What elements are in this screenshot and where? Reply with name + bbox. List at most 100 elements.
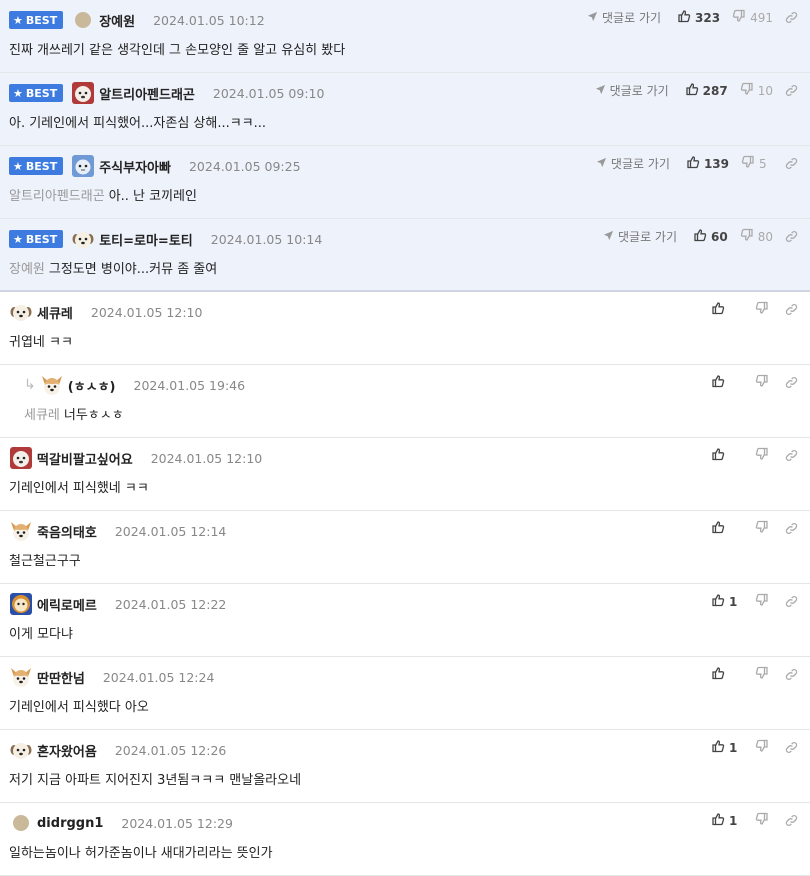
- thumbs-down-icon: [755, 374, 773, 391]
- comment-body: 일하는놈이나 허가준놈이나 새대가리라는 뜻인가: [9, 842, 273, 861]
- nickname[interactable]: 세큐레: [37, 303, 73, 322]
- downvote-button[interactable]: [755, 301, 773, 318]
- comment-body: 장예원 그정도면 병이야...커뮤 좀 줄여: [9, 258, 217, 277]
- avatar[interactable]: [9, 592, 33, 616]
- comment-text: 철근철근구구: [9, 554, 81, 569]
- reply-arrow-icon: ↳: [24, 377, 36, 393]
- link-icon[interactable]: [785, 595, 798, 608]
- link-icon[interactable]: [785, 814, 798, 827]
- comment-text: 저기 지금 아파트 지어진지 3년됨ㅋㅋㅋ 맨날올라오네: [9, 773, 302, 788]
- star-icon: ★: [13, 86, 23, 100]
- downvote-button[interactable]: [755, 666, 773, 683]
- upvote-button[interactable]: 1: [711, 593, 743, 610]
- link-icon[interactable]: [785, 741, 798, 754]
- downvote-button[interactable]: [755, 739, 773, 756]
- link-icon[interactable]: [785, 303, 798, 316]
- goto-reply-link[interactable]: 댓글로 가기: [587, 9, 661, 26]
- avatar[interactable]: [9, 738, 33, 762]
- link-icon[interactable]: [785, 376, 798, 389]
- thumbs-down-icon: [755, 812, 773, 829]
- nickname[interactable]: (ㅎㅅㅎ): [68, 376, 116, 395]
- upvote-button[interactable]: [711, 520, 743, 537]
- upvote-button[interactable]: 323: [677, 9, 720, 26]
- send-icon: [596, 157, 611, 171]
- avatar[interactable]: [71, 154, 95, 178]
- thumbs-down-icon: [740, 82, 758, 99]
- downvote-button[interactable]: [755, 447, 773, 464]
- avatar[interactable]: [71, 227, 95, 251]
- thumbs-up-icon: [711, 520, 729, 537]
- thumbs-down-icon: [755, 520, 773, 537]
- nickname[interactable]: 장예원: [99, 11, 135, 30]
- nickname[interactable]: 에릭로메르: [37, 595, 97, 614]
- upvote-button[interactable]: 60: [693, 228, 728, 245]
- link-icon[interactable]: [785, 522, 798, 535]
- nickname[interactable]: 떡갈비팔고싶어요: [37, 449, 133, 468]
- comment-date: 2024.01.05 12:26: [114, 742, 227, 758]
- upvote-count: 1: [729, 813, 738, 828]
- upvote-button[interactable]: 1: [711, 739, 743, 756]
- downvote-button[interactable]: 80: [740, 228, 773, 245]
- reply-target[interactable]: 세큐레: [24, 408, 60, 423]
- upvote-count: 1: [729, 594, 738, 609]
- avatar[interactable]: [9, 300, 33, 324]
- link-icon[interactable]: [785, 449, 798, 462]
- link-icon[interactable]: [785, 157, 798, 170]
- avatar[interactable]: [40, 373, 64, 397]
- upvote-count: 60: [711, 229, 728, 244]
- downvote-button[interactable]: 10: [740, 82, 773, 99]
- avatar[interactable]: [71, 81, 95, 105]
- comment-date: 2024.01.05 12:10: [90, 304, 203, 320]
- comment-text: 기레인에서 피식했네 ㅋㅋ: [9, 481, 149, 496]
- upvote-button[interactable]: [711, 374, 743, 391]
- thumbs-up-icon: [711, 301, 729, 318]
- nickname[interactable]: 죽음의태호: [37, 522, 97, 541]
- avatar[interactable]: [71, 8, 95, 32]
- downvote-count: 491: [750, 10, 773, 25]
- nickname[interactable]: 토티=로마=토티: [99, 230, 193, 249]
- link-icon[interactable]: [785, 84, 798, 97]
- star-icon: ★: [13, 232, 23, 246]
- avatar[interactable]: [9, 519, 33, 543]
- reply-target[interactable]: 장예원: [9, 262, 45, 277]
- downvote-button[interactable]: [755, 593, 773, 610]
- downvote-button[interactable]: [755, 520, 773, 537]
- comment-body: 아. 기레인에서 피식했어...자존심 상해...ㅋㅋ...: [9, 112, 266, 131]
- downvote-button[interactable]: 5: [741, 155, 773, 172]
- downvote-button[interactable]: [755, 812, 773, 829]
- avatar[interactable]: [9, 665, 33, 689]
- goto-reply-link[interactable]: 댓글로 가기: [595, 82, 669, 99]
- thumbs-down-icon: [755, 593, 773, 610]
- comment-body: 철근철근구구: [9, 550, 81, 569]
- downvote-button[interactable]: 491: [732, 9, 773, 26]
- comment-date: 2024.01.05 10:12: [153, 12, 265, 28]
- nickname[interactable]: 혼자왔어욤: [37, 741, 97, 760]
- avatar[interactable]: [9, 446, 33, 470]
- nickname[interactable]: didrggn1: [37, 816, 103, 831]
- upvote-button[interactable]: [711, 447, 743, 464]
- link-icon[interactable]: [785, 668, 798, 681]
- thumbs-down-icon: [755, 447, 773, 464]
- nickname[interactable]: 알트리아펜드래곤: [99, 84, 195, 103]
- upvote-button[interactable]: 287: [685, 82, 728, 99]
- link-icon[interactable]: [785, 230, 798, 243]
- link-icon[interactable]: [785, 11, 798, 24]
- downvote-button[interactable]: [755, 374, 773, 391]
- comment-text: 진짜 개쓰레기 같은 생각인데 그 손모양인 줄 알고 유심히 봤다: [9, 43, 346, 58]
- nickname[interactable]: 주식부자아빠: [99, 157, 171, 176]
- comment-item: 세큐레 2024.01.05 12:10 귀엽네 ㅋㅋ: [0, 292, 810, 365]
- goto-reply-link[interactable]: 댓글로 가기: [603, 228, 677, 245]
- upvote-button[interactable]: 1: [711, 812, 743, 829]
- upvote-button[interactable]: [711, 666, 743, 683]
- nickname[interactable]: 딴딴한넘: [37, 668, 85, 687]
- best-badge: ★ BEST: [9, 230, 64, 248]
- comment-body: 기레인에서 피식했다 아오: [9, 696, 149, 715]
- goto-reply-link[interactable]: 댓글로 가기: [596, 155, 670, 172]
- avatar[interactable]: [9, 811, 33, 835]
- downvote-count: 10: [757, 83, 773, 98]
- upvote-button[interactable]: [711, 301, 743, 318]
- comment-date: 2024.01.05 12:10: [150, 450, 263, 466]
- comment-text: 아.. 난 코끼레인: [108, 189, 197, 204]
- reply-target[interactable]: 알트리아펜드래곤: [9, 189, 105, 204]
- upvote-button[interactable]: 139: [686, 155, 729, 172]
